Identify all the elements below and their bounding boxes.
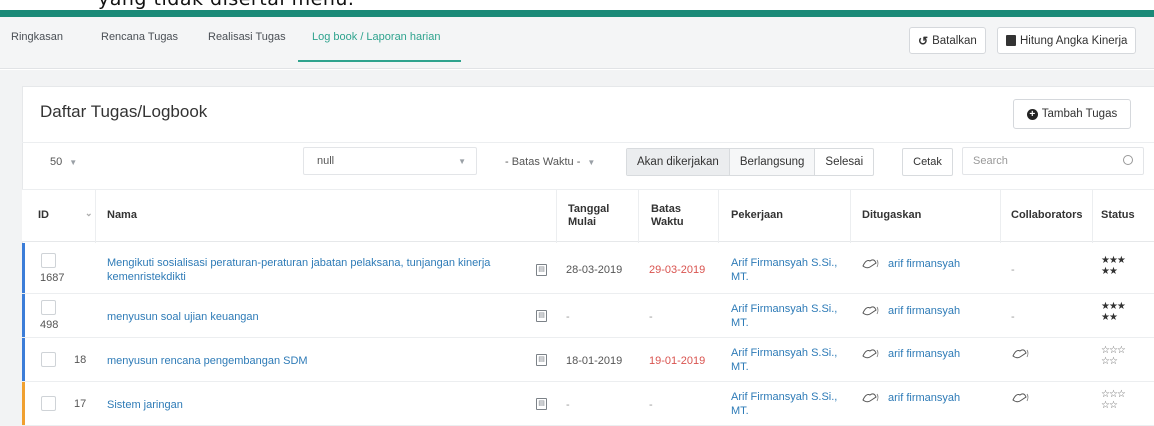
column-header-tanggal-mulai[interactable]: Tanggal Mulai xyxy=(568,203,609,229)
deadline-date: - xyxy=(649,311,653,323)
calculator-icon xyxy=(1006,35,1016,46)
row-status-indicator xyxy=(22,243,25,293)
row-id: 1687 xyxy=(40,272,65,284)
print-button[interactable]: Cetak xyxy=(902,148,953,176)
row-status-indicator xyxy=(22,338,25,381)
column-header-batas-waktu[interactable]: Batas Waktu xyxy=(651,203,684,229)
pdf-document-icon[interactable]: ▤ xyxy=(536,264,547,276)
start-date: - xyxy=(566,311,570,323)
row-id: 18 xyxy=(74,354,87,366)
assignee-link[interactable]: arif firmansyah xyxy=(888,257,960,271)
pdf-document-icon[interactable]: ▤ xyxy=(536,398,547,410)
column-header-collaborators[interactable]: Collaborators xyxy=(1011,209,1083,222)
search-input[interactable]: Search xyxy=(962,147,1144,175)
star-rating[interactable]: ☆☆☆ ☆☆ xyxy=(1101,389,1126,411)
avatar xyxy=(862,259,879,269)
row-id: 498 xyxy=(40,319,59,331)
star-rating[interactable]: ★★★ ★★ xyxy=(1101,255,1126,277)
task-name-link[interactable]: Mengikuti sosialisasi peraturan-peratura… xyxy=(107,256,490,284)
task-name-link[interactable]: Sistem jaringan xyxy=(107,398,183,412)
deadline-date: - xyxy=(649,399,653,411)
tab-logbook[interactable]: Log book / Laporan harian xyxy=(312,31,440,43)
undo-icon: ↺ xyxy=(918,33,929,48)
assignee-link[interactable]: arif firmansyah xyxy=(888,304,960,318)
collaborator-avatar xyxy=(1012,393,1029,403)
collaborators-value: - xyxy=(1011,311,1015,323)
job-owner-link[interactable]: Arif Firmansyah S.Si., MT. xyxy=(731,256,837,284)
filter-akan-dikerjakan[interactable]: Akan dikerjakan xyxy=(627,149,730,175)
avatar xyxy=(862,349,879,359)
start-date: - xyxy=(566,399,570,411)
search-icon xyxy=(1123,155,1133,165)
task-name-link[interactable]: menyusun rencana pengembangan SDM xyxy=(107,354,308,368)
plus-circle-icon: + xyxy=(1026,108,1038,120)
tab-rencana-tugas[interactable]: Rencana Tugas xyxy=(101,31,178,43)
row-checkbox[interactable] xyxy=(41,396,56,411)
chevron-down-icon: ▼ xyxy=(587,157,596,167)
row-checkbox[interactable] xyxy=(41,352,56,367)
star-rating[interactable]: ★★★ ★★ xyxy=(1101,301,1126,323)
calculate-performance-button[interactable]: Hitung Angka Kinerja xyxy=(997,27,1137,54)
avatar xyxy=(862,393,879,403)
pdf-document-icon[interactable]: ▤ xyxy=(536,354,547,366)
collaborators-value: - xyxy=(1011,264,1015,276)
job-owner-link[interactable]: Arif Firmansyah S.Si., MT. xyxy=(731,346,837,374)
task-name-link[interactable]: menyusun soal ujian keuangan xyxy=(107,310,259,324)
row-id: 17 xyxy=(74,398,87,410)
column-header-id[interactable]: ID xyxy=(38,209,49,222)
column-header-nama[interactable]: Nama xyxy=(107,209,137,222)
avatar xyxy=(862,306,879,316)
row-status-indicator xyxy=(22,382,25,425)
page-title: Daftar Tugas/Logbook xyxy=(40,102,208,121)
pdf-document-icon[interactable]: ▤ xyxy=(536,310,547,322)
column-header-pekerjaan[interactable]: Pekerjaan xyxy=(731,209,783,222)
row-status-indicator xyxy=(22,294,25,337)
star-rating[interactable]: ☆☆☆ ☆☆ xyxy=(1101,345,1126,367)
column-header-ditugaskan[interactable]: Ditugaskan xyxy=(862,209,921,222)
deadline-date: 19-01-2019 xyxy=(649,355,706,367)
deadline-date: 29-03-2019 xyxy=(649,264,706,276)
start-date: 28-03-2019 xyxy=(566,264,623,276)
tab-ringkasan[interactable]: Ringkasan xyxy=(11,31,63,43)
chevron-down-icon: ▼ xyxy=(69,157,78,167)
chevron-down-icon: ▼ xyxy=(458,156,466,166)
filter-selesai[interactable]: Selesai xyxy=(815,149,873,175)
filter-berlangsung[interactable]: Berlangsung xyxy=(729,149,816,175)
panel-divider xyxy=(22,142,1154,143)
start-date: 18-01-2019 xyxy=(566,355,623,367)
header-accent-bar xyxy=(0,10,1154,17)
active-tab-indicator xyxy=(298,60,461,62)
row-checkbox[interactable] xyxy=(41,253,56,268)
null-select[interactable]: null ▼ xyxy=(303,147,477,175)
assignee-link[interactable]: arif firmansyah xyxy=(888,347,960,361)
table-row[interactable] xyxy=(22,382,1154,426)
undo-button[interactable]: ↺ Batalkan xyxy=(909,27,986,54)
row-checkbox[interactable] xyxy=(41,300,56,315)
deadline-select[interactable]: - Batas Waktu - ▼ xyxy=(493,148,617,176)
add-task-button[interactable]: + Tambah Tugas xyxy=(1013,99,1131,129)
sort-chevron-icon[interactable]: ⌄ xyxy=(85,207,93,220)
page-size-select[interactable]: 50 ▼ xyxy=(39,148,87,176)
job-owner-link[interactable]: Arif Firmansyah S.Si., MT. xyxy=(731,390,837,418)
collaborator-avatar xyxy=(1012,349,1029,359)
tab-realisasi-tugas[interactable]: Realisasi Tugas xyxy=(208,31,286,43)
tab-bar: Ringkasan Rencana Tugas Realisasi Tugas … xyxy=(0,17,1154,69)
job-owner-link[interactable]: Arif Firmansyah S.Si., MT. xyxy=(731,302,837,330)
assignee-link[interactable]: arif firmansyah xyxy=(888,391,960,405)
status-filter-group: Akan dikerjakan Berlangsung Selesai xyxy=(626,148,875,176)
column-header-status[interactable]: Status xyxy=(1101,209,1135,222)
